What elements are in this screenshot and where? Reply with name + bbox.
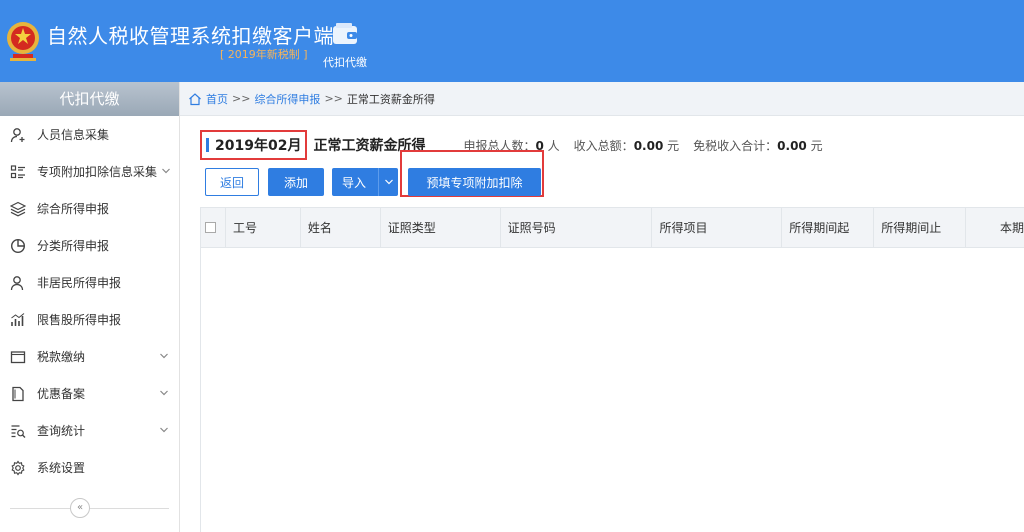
chevron-down-icon bbox=[160, 390, 168, 396]
add-button[interactable]: 添加 bbox=[268, 168, 324, 196]
select-all-cell bbox=[201, 208, 226, 247]
gear-icon bbox=[10, 460, 26, 476]
tax-free-value: 0.00 bbox=[777, 138, 807, 153]
sidebar-collapse-button[interactable]: « bbox=[70, 498, 90, 518]
column-header[interactable]: 工号 bbox=[226, 208, 301, 247]
sidebar-item-system-settings[interactable]: 系统设置 bbox=[0, 449, 179, 486]
title-accent-bar bbox=[206, 138, 209, 152]
total-income-value: 0.00 bbox=[633, 138, 664, 153]
national-emblem-icon bbox=[7, 22, 39, 61]
sidebar-item-query-statistics[interactable]: 查询统计 bbox=[0, 412, 179, 449]
column-header[interactable]: 证照号码 bbox=[501, 208, 653, 247]
sidebar-item-label: 限售股所得申报 bbox=[37, 313, 122, 327]
sidebar-item-restricted-stock[interactable]: 限售股所得申报 bbox=[0, 301, 179, 338]
import-dropdown-toggle[interactable] bbox=[378, 168, 398, 196]
sidebar-item-label: 综合所得申报 bbox=[37, 202, 110, 216]
sidebar-item-label: 优惠备案 bbox=[37, 387, 86, 401]
person-icon bbox=[10, 275, 26, 291]
sidebar-item-preferential-filing[interactable]: 优惠备案 bbox=[0, 375, 179, 412]
sidebar-item-label: 专项附加扣除信息采集 bbox=[37, 165, 158, 179]
sidebar-item-nonresident-income[interactable]: 非居民所得申报 bbox=[0, 264, 179, 301]
breadcrumb-current: 正常工资薪金所得 bbox=[346, 92, 435, 106]
chevron-down-icon bbox=[160, 353, 168, 359]
total-people-unit: 人 bbox=[547, 138, 560, 153]
sidebar-item-label: 分类所得申报 bbox=[37, 239, 110, 253]
chevron-down-icon bbox=[384, 179, 393, 185]
sidebar-item-tax-payment[interactable]: 税款缴纳 bbox=[0, 338, 179, 375]
app-header: 自然人税收管理系统扣缴客户端 [ 2019年新税制 ] 代扣代缴 bbox=[0, 0, 1024, 82]
search-list-icon bbox=[10, 423, 26, 439]
column-header[interactable]: 证照类型 bbox=[381, 208, 501, 247]
breadcrumb-separator: >> bbox=[232, 92, 251, 105]
period-highlight: 2019年02月 bbox=[200, 130, 308, 160]
breadcrumb-home-link[interactable]: 首页 bbox=[206, 91, 228, 107]
tax-period[interactable]: 2019年02月 bbox=[215, 135, 301, 155]
sidebar-item-person-info[interactable]: 人员信息采集 bbox=[0, 116, 179, 153]
sidebar-item-label: 人员信息采集 bbox=[37, 128, 110, 142]
sidebar-item-label: 系统设置 bbox=[37, 461, 86, 475]
sidebar-item-label: 非居民所得申报 bbox=[37, 276, 122, 290]
chevron-down-icon bbox=[162, 168, 170, 174]
sidebar-item-special-deduction[interactable]: 专项附加扣除信息采集 bbox=[0, 153, 179, 190]
chevron-down-icon bbox=[160, 427, 168, 433]
tax-free-stat: 免税收入合计：0.00 元 bbox=[693, 137, 822, 154]
bar-chart-icon bbox=[10, 312, 26, 328]
total-income-label: 收入总额： bbox=[573, 138, 634, 153]
column-header[interactable]: 所得期间起 bbox=[782, 208, 875, 247]
prefill-special-deduction-button[interactable]: 预填专项附加扣除 bbox=[408, 168, 541, 196]
sidebar-item-label: 税款缴纳 bbox=[37, 350, 86, 364]
sidebar-item-comprehensive-income[interactable]: 综合所得申报 bbox=[0, 190, 179, 227]
sidebar: 代扣代缴 人员信息采集 专项附加扣除信息采集 综合所得申报 分类所得申报 非居民… bbox=[0, 82, 180, 532]
import-button[interactable]: 导入 bbox=[332, 168, 398, 196]
column-header[interactable]: 姓名 bbox=[301, 208, 381, 247]
folder-icon bbox=[10, 349, 26, 365]
layers-icon bbox=[10, 201, 26, 217]
column-header[interactable]: 所得期间止 bbox=[874, 208, 967, 247]
back-button[interactable]: 返回 bbox=[205, 168, 259, 196]
sidebar-title: 代扣代缴 bbox=[0, 82, 179, 116]
user-collect-icon bbox=[10, 127, 26, 143]
app-title: 自然人税收管理系统扣缴客户端 bbox=[47, 24, 334, 48]
top-module-withholding[interactable]: 代扣代缴 bbox=[314, 20, 376, 76]
table-header: 工号 姓名 证照类型 证照号码 所得项目 所得期间起 所得期间止 本期 bbox=[201, 207, 1024, 248]
total-income-stat: 收入总额：0.00 元 bbox=[574, 137, 679, 154]
app-version: [ 2019年新税制 ] bbox=[220, 48, 308, 61]
select-all-checkbox[interactable] bbox=[205, 222, 216, 233]
sidebar-item-classified-income[interactable]: 分类所得申报 bbox=[0, 227, 179, 264]
breadcrumb: 首页 >> 综合所得申报 >> 正常工资薪金所得 bbox=[180, 82, 1024, 116]
sidebar-item-label: 查询统计 bbox=[37, 424, 86, 438]
tax-free-label: 免税收入合计： bbox=[693, 138, 778, 153]
employee-income-table: 工号 姓名 证照类型 证照号码 所得项目 所得期间起 所得期间止 本期 bbox=[200, 207, 1024, 532]
import-button-label: 导入 bbox=[342, 175, 367, 190]
tax-free-unit: 元 bbox=[810, 138, 823, 153]
column-header[interactable]: 本期 bbox=[966, 208, 1024, 247]
breadcrumb-comprehensive-link[interactable]: 综合所得申报 bbox=[254, 91, 320, 107]
main-content: 2019年02月 正常工资薪金所得 申报总人数：0 人 收入总额：0.00 元 … bbox=[190, 116, 1024, 532]
wallet-icon bbox=[333, 23, 357, 44]
total-income-unit: 元 bbox=[667, 138, 680, 153]
pie-chart-icon bbox=[10, 238, 26, 254]
list-icon bbox=[10, 164, 26, 180]
column-header[interactable]: 所得项目 bbox=[652, 208, 783, 247]
top-module-label: 代扣代缴 bbox=[323, 56, 367, 69]
breadcrumb-separator: >> bbox=[324, 92, 343, 105]
home-icon[interactable] bbox=[188, 92, 202, 106]
document-icon bbox=[10, 386, 26, 402]
